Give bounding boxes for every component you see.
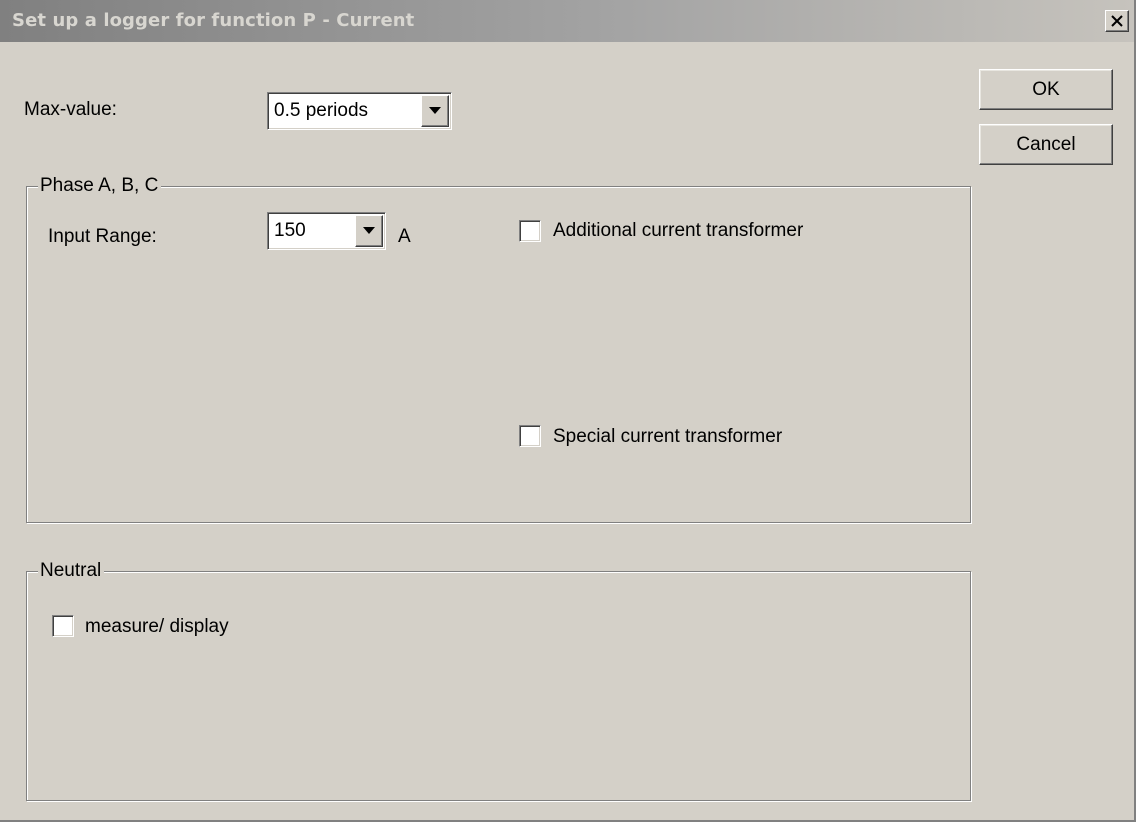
additional-ct-checkbox[interactable] (519, 220, 541, 242)
ok-button[interactable]: OK (979, 69, 1113, 110)
phase-group-title: Phase A, B, C (38, 175, 162, 197)
max-value-dropdown-button[interactable] (421, 95, 449, 127)
special-ct-label[interactable]: Special current transformer (553, 426, 782, 448)
input-range-selected: 150 (274, 220, 306, 241)
input-range-unit: A (398, 226, 411, 247)
input-range-label: Input Range: (48, 226, 157, 247)
title-bar[interactable]: Set up a logger for function P - Current (0, 0, 1134, 42)
window-title: Set up a logger for function P - Current (12, 10, 415, 31)
max-value-select[interactable]: 0.5 periods (267, 92, 452, 130)
input-range-dropdown-button[interactable] (355, 215, 383, 247)
logger-setup-dialog: Set up a logger for function P - Current… (0, 0, 1136, 822)
input-range-select[interactable]: 150 (267, 212, 386, 250)
chevron-down-icon (363, 227, 375, 234)
neutral-group (26, 571, 971, 801)
measure-display-label[interactable]: measure/ display (85, 616, 229, 638)
neutral-group-title: Neutral (38, 560, 105, 582)
max-value-selected: 0.5 periods (274, 100, 369, 121)
special-ct-checkbox[interactable] (519, 425, 541, 447)
additional-ct-label[interactable]: Additional current transformer (553, 220, 803, 242)
close-icon (1111, 15, 1123, 27)
chevron-down-icon (429, 107, 441, 114)
max-value-label: Max-value: (24, 99, 117, 120)
phase-group (26, 186, 971, 523)
measure-display-checkbox[interactable] (52, 615, 74, 637)
cancel-button[interactable]: Cancel (979, 124, 1113, 165)
close-button[interactable] (1105, 10, 1129, 32)
